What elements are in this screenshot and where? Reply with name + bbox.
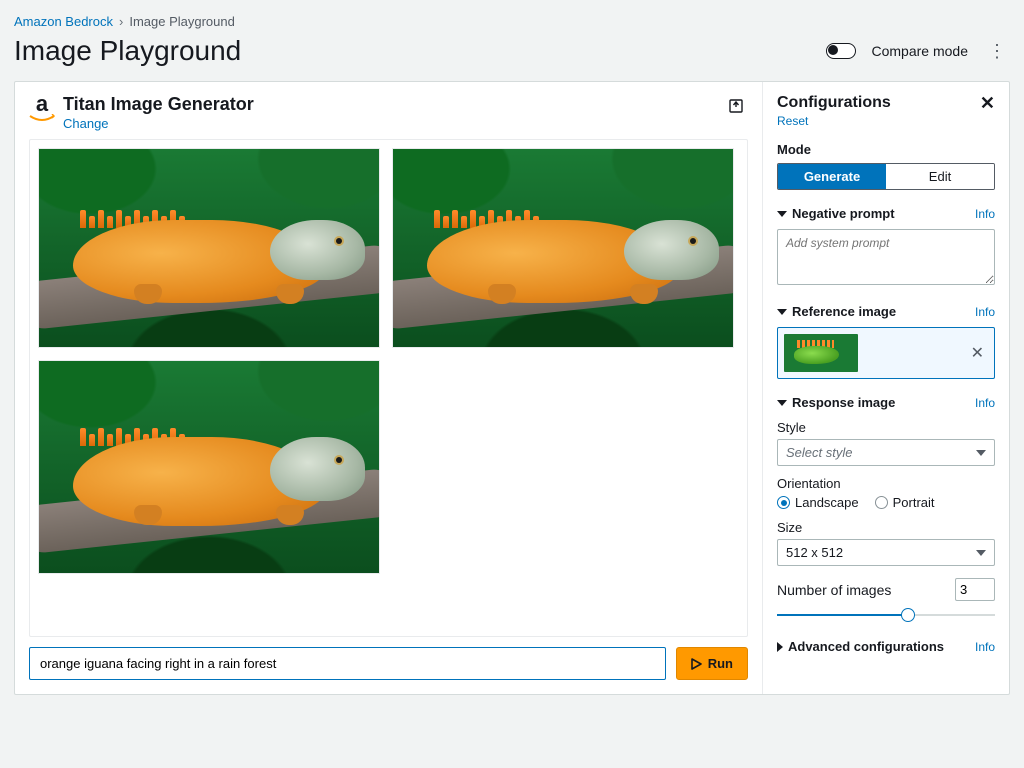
breadcrumb-current: Image Playground — [129, 14, 235, 29]
run-button-label: Run — [708, 656, 733, 671]
style-placeholder: Select style — [786, 445, 852, 460]
play-icon — [691, 658, 702, 670]
mode-edit-tab[interactable]: Edit — [886, 164, 994, 189]
prompt-input[interactable] — [29, 647, 666, 680]
reference-image-toggle[interactable]: Reference image Info — [777, 304, 995, 319]
run-button[interactable]: Run — [676, 647, 748, 680]
chevron-down-icon — [777, 211, 787, 217]
close-icon[interactable]: ✕ — [980, 94, 995, 112]
generated-image[interactable] — [392, 148, 734, 348]
orientation-label: Orientation — [777, 476, 995, 491]
negative-prompt-toggle[interactable]: Negative prompt Info — [777, 206, 995, 221]
info-link[interactable]: Info — [975, 207, 995, 221]
breadcrumb: Amazon Bedrock › Image Playground — [14, 14, 1010, 29]
chevron-down-icon — [777, 309, 787, 315]
orientation-landscape-radio[interactable]: Landscape — [777, 495, 859, 510]
size-value: 512 x 512 — [786, 545, 843, 560]
breadcrumb-root[interactable]: Amazon Bedrock — [14, 14, 113, 29]
num-images-input[interactable] — [955, 578, 995, 601]
num-images-slider[interactable] — [777, 607, 995, 623]
generated-image[interactable] — [38, 360, 380, 574]
compare-mode-label: Compare mode — [872, 43, 969, 59]
remove-icon[interactable]: ✕ — [967, 341, 988, 365]
size-select[interactable]: 512 x 512 — [777, 539, 995, 566]
model-title: Titan Image Generator — [63, 94, 254, 115]
chevron-down-icon — [976, 450, 986, 456]
num-images-label: Number of images — [777, 582, 891, 598]
mode-generate-tab[interactable]: Generate — [778, 164, 886, 189]
advanced-config-toggle[interactable]: Advanced configurations Info — [777, 639, 995, 654]
mode-label: Mode — [777, 142, 995, 157]
chevron-down-icon — [777, 400, 787, 406]
chevron-right-icon: › — [119, 14, 123, 29]
negative-prompt-input[interactable] — [777, 229, 995, 285]
size-label: Size — [777, 520, 995, 535]
image-gallery — [29, 139, 748, 637]
export-icon[interactable] — [724, 94, 748, 121]
compare-mode-toggle[interactable] — [826, 43, 856, 59]
config-title: Configurations — [777, 94, 891, 112]
orientation-portrait-radio[interactable]: Portrait — [875, 495, 935, 510]
page-title: Image Playground — [14, 35, 241, 67]
kebab-icon[interactable]: ⋮ — [984, 38, 1010, 64]
amazon-logo-icon: a — [29, 94, 55, 122]
mode-segmented: Generate Edit — [777, 163, 995, 190]
chevron-down-icon — [976, 550, 986, 556]
info-link[interactable]: Info — [975, 396, 995, 410]
response-image-toggle[interactable]: Response image Info — [777, 395, 995, 410]
info-link[interactable]: Info — [975, 640, 995, 654]
generated-image[interactable] — [38, 148, 380, 348]
config-reset-link[interactable]: Reset — [777, 114, 808, 128]
style-label: Style — [777, 420, 995, 435]
info-link[interactable]: Info — [975, 305, 995, 319]
reference-image-box[interactable]: ✕ — [777, 327, 995, 379]
style-select[interactable]: Select style — [777, 439, 995, 466]
chevron-right-icon — [777, 642, 783, 652]
model-change-link[interactable]: Change — [63, 116, 109, 131]
reference-thumbnail — [784, 334, 858, 372]
